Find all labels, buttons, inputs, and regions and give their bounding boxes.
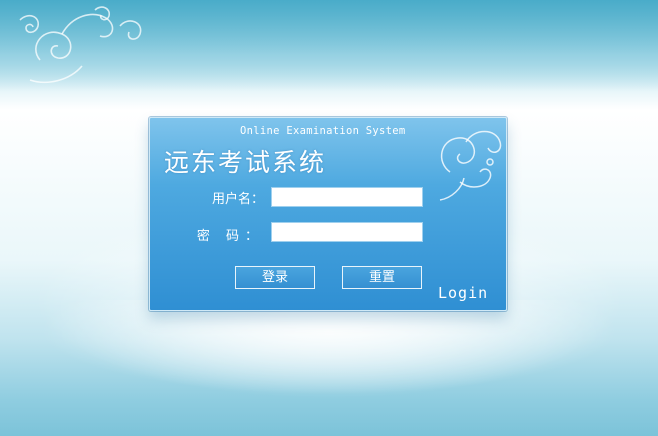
username-input[interactable] — [271, 187, 423, 207]
swirl-ornament-icon — [19, 6, 142, 84]
login-panel: Online Examination System 远东考试系统 用户名： 密 … — [149, 117, 507, 311]
password-label: 密 码： — [196, 229, 264, 244]
reflection-glow — [0, 300, 658, 436]
login-button[interactable]: 登录 — [235, 266, 315, 289]
username-label: 用户名： — [211, 192, 264, 207]
swirl-ornament-icon — [439, 130, 502, 201]
login-caption: Login — [438, 284, 489, 302]
system-title: 远东考试系统 — [164, 148, 327, 177]
password-input[interactable] — [271, 222, 423, 242]
system-subtitle: Online Examination System — [240, 125, 406, 137]
reset-button[interactable]: 重置 — [342, 266, 422, 289]
